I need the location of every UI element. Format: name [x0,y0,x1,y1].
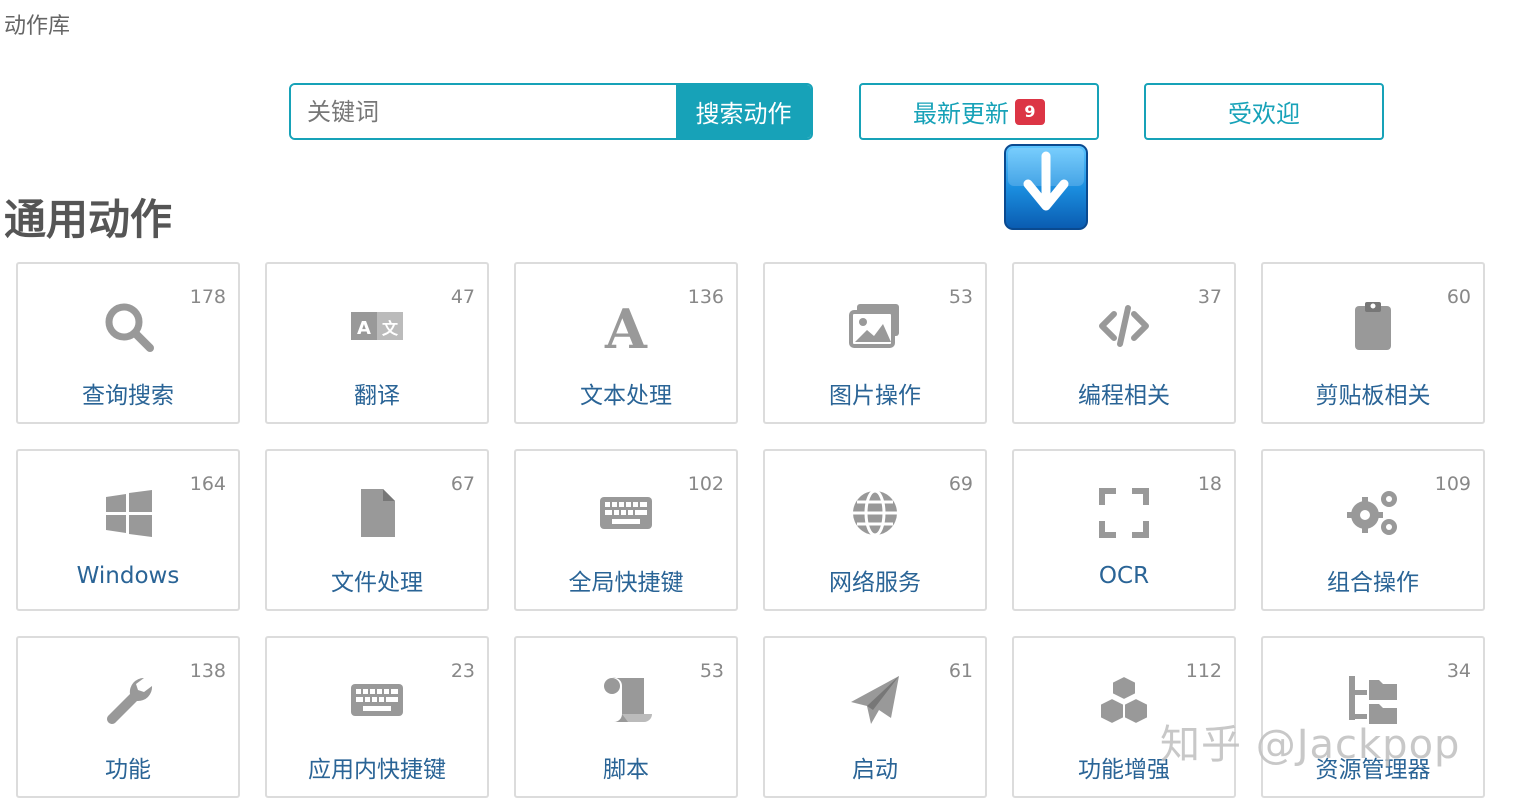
category-count: 61 [948,660,973,682]
file-icon [347,483,407,543]
category-card[interactable]: 67 文件处理 [265,449,489,611]
scroll-icon [596,670,656,730]
category-count: 102 [687,473,724,495]
category-label: 全局快捷键 [568,570,684,596]
section-title: 通用动作 [4,195,173,244]
search-input[interactable] [291,85,676,138]
category-label: 查询搜索 [82,383,174,409]
search-bar: 搜索动作 [289,83,813,140]
action-library-page: 动作库 搜索动作 最新更新 9 受欢迎 通用动作 178查询搜索47A文翻译13… [0,0,1528,805]
svg-text:A: A [357,318,371,339]
search-button[interactable]: 搜索动作 [676,85,811,138]
category-count: 67 [450,473,475,495]
category-label: Windows [76,563,180,589]
category-card[interactable]: 61 启动 [763,636,987,798]
category-count: 109 [1434,473,1471,495]
category-label: 文件处理 [331,570,423,596]
category-count: 112 [1185,660,1222,682]
category-label: 文本处理 [580,383,672,409]
category-card[interactable]: 53 图片操作 [763,262,987,424]
category-label: OCR [1098,563,1150,589]
category-label: 资源管理器 [1315,757,1431,783]
category-count: 53 [948,286,973,308]
latest-updates-button[interactable]: 最新更新 9 [859,83,1099,140]
category-card[interactable]: 69 网络服务 [763,449,987,611]
category-label: 功能增强 [1078,757,1170,783]
clipboard-icon [1343,296,1403,356]
category-count: 164 [189,473,226,495]
category-card[interactable]: 18 OCR [1012,449,1236,611]
category-count: 34 [1446,660,1471,682]
popular-button[interactable]: 受欢迎 [1144,83,1384,140]
category-label: 剪贴板相关 [1315,383,1431,409]
category-count: 53 [699,660,724,682]
category-card[interactable]: 164 Windows [16,449,240,611]
category-label: 图片操作 [829,383,921,409]
category-count: 178 [189,286,226,308]
category-label: 组合操作 [1327,570,1419,596]
category-label: 功能 [105,757,151,783]
cogs-icon [1343,483,1403,543]
windows-icon [98,483,158,543]
category-card[interactable]: 178 查询搜索 [16,262,240,424]
latest-updates-label: 最新更新 [913,100,1009,128]
category-label: 应用内快捷键 [308,757,446,783]
wrench-icon [98,670,158,730]
category-count: 136 [687,286,724,308]
svg-text:文: 文 [382,319,399,338]
expand-icon [1094,483,1154,543]
paper-plane-icon [845,670,905,730]
category-card[interactable]: 136 A 文本处理 [514,262,738,424]
cubes-icon [1094,670,1154,730]
category-card[interactable]: 34 资源管理器 [1261,636,1485,798]
category-card[interactable]: 109 组合操作 [1261,449,1485,611]
update-count-badge: 9 [1015,98,1045,125]
search-icon [98,296,158,356]
category-label: 启动 [852,757,898,783]
category-card[interactable]: 102 全局快捷键 [514,449,738,611]
keyboard-icon [347,670,407,730]
category-card[interactable]: 37 编程相关 [1012,262,1236,424]
category-label: 翻译 [354,383,400,409]
category-card[interactable]: 138 功能 [16,636,240,798]
category-card[interactable]: 23 应用内快捷键 [265,636,489,798]
category-card[interactable]: 112 功能增强 [1012,636,1236,798]
category-count: 69 [948,473,973,495]
category-count: 47 [450,286,475,308]
category-count: 37 [1197,286,1222,308]
category-count: 60 [1446,286,1471,308]
category-label: 网络服务 [829,570,921,596]
globe-icon [845,483,905,543]
breadcrumb[interactable]: 动作库 [4,8,70,40]
category-card[interactable]: 60 剪贴板相关 [1261,262,1485,424]
code-icon [1094,296,1154,356]
category-card[interactable]: 47 A 文翻译 [265,262,489,424]
category-label: 编程相关 [1078,383,1170,409]
images-icon [845,296,905,356]
category-count: 23 [450,660,475,682]
folder-tree-icon [1343,670,1403,730]
keyboard-icon [596,483,656,543]
category-label: 脚本 [603,757,649,783]
download-arrow-icon [1004,144,1088,230]
font-icon: A [596,296,656,356]
category-count: 18 [1197,473,1222,495]
translate-icon: A文 [347,296,407,356]
category-card[interactable]: 53 脚本 [514,636,738,798]
svg-text:A: A [604,298,648,354]
category-count: 138 [189,660,226,682]
